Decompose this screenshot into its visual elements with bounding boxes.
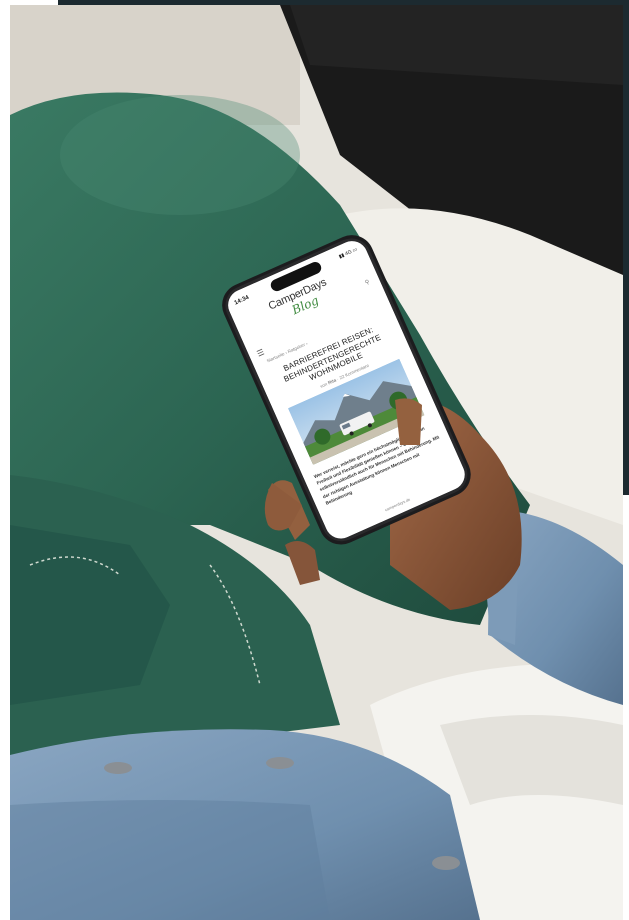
hamburger-menu-icon[interactable]: ☰ — [256, 347, 266, 358]
frame-right-bar — [623, 0, 629, 495]
image-frame: 14:34 ▮▮ 4G ▭ CamperDays Blog ⚲ ☰ Starts… — [0, 0, 629, 920]
status-time: 14:34 — [233, 294, 251, 307]
search-icon[interactable]: ⚲ — [364, 278, 370, 286]
status-icons: ▮▮ 4G ▭ — [337, 246, 359, 261]
byline-author[interactable]: Rita — [327, 377, 337, 385]
lifestyle-photo: 14:34 ▮▮ 4G ▭ CamperDays Blog ⚲ ☰ Starts… — [10, 5, 623, 920]
photo-scene: 14:34 ▮▮ 4G ▭ CamperDays Blog ⚲ ☰ Starts… — [10, 5, 623, 920]
byline-prefix: von — [319, 381, 328, 389]
